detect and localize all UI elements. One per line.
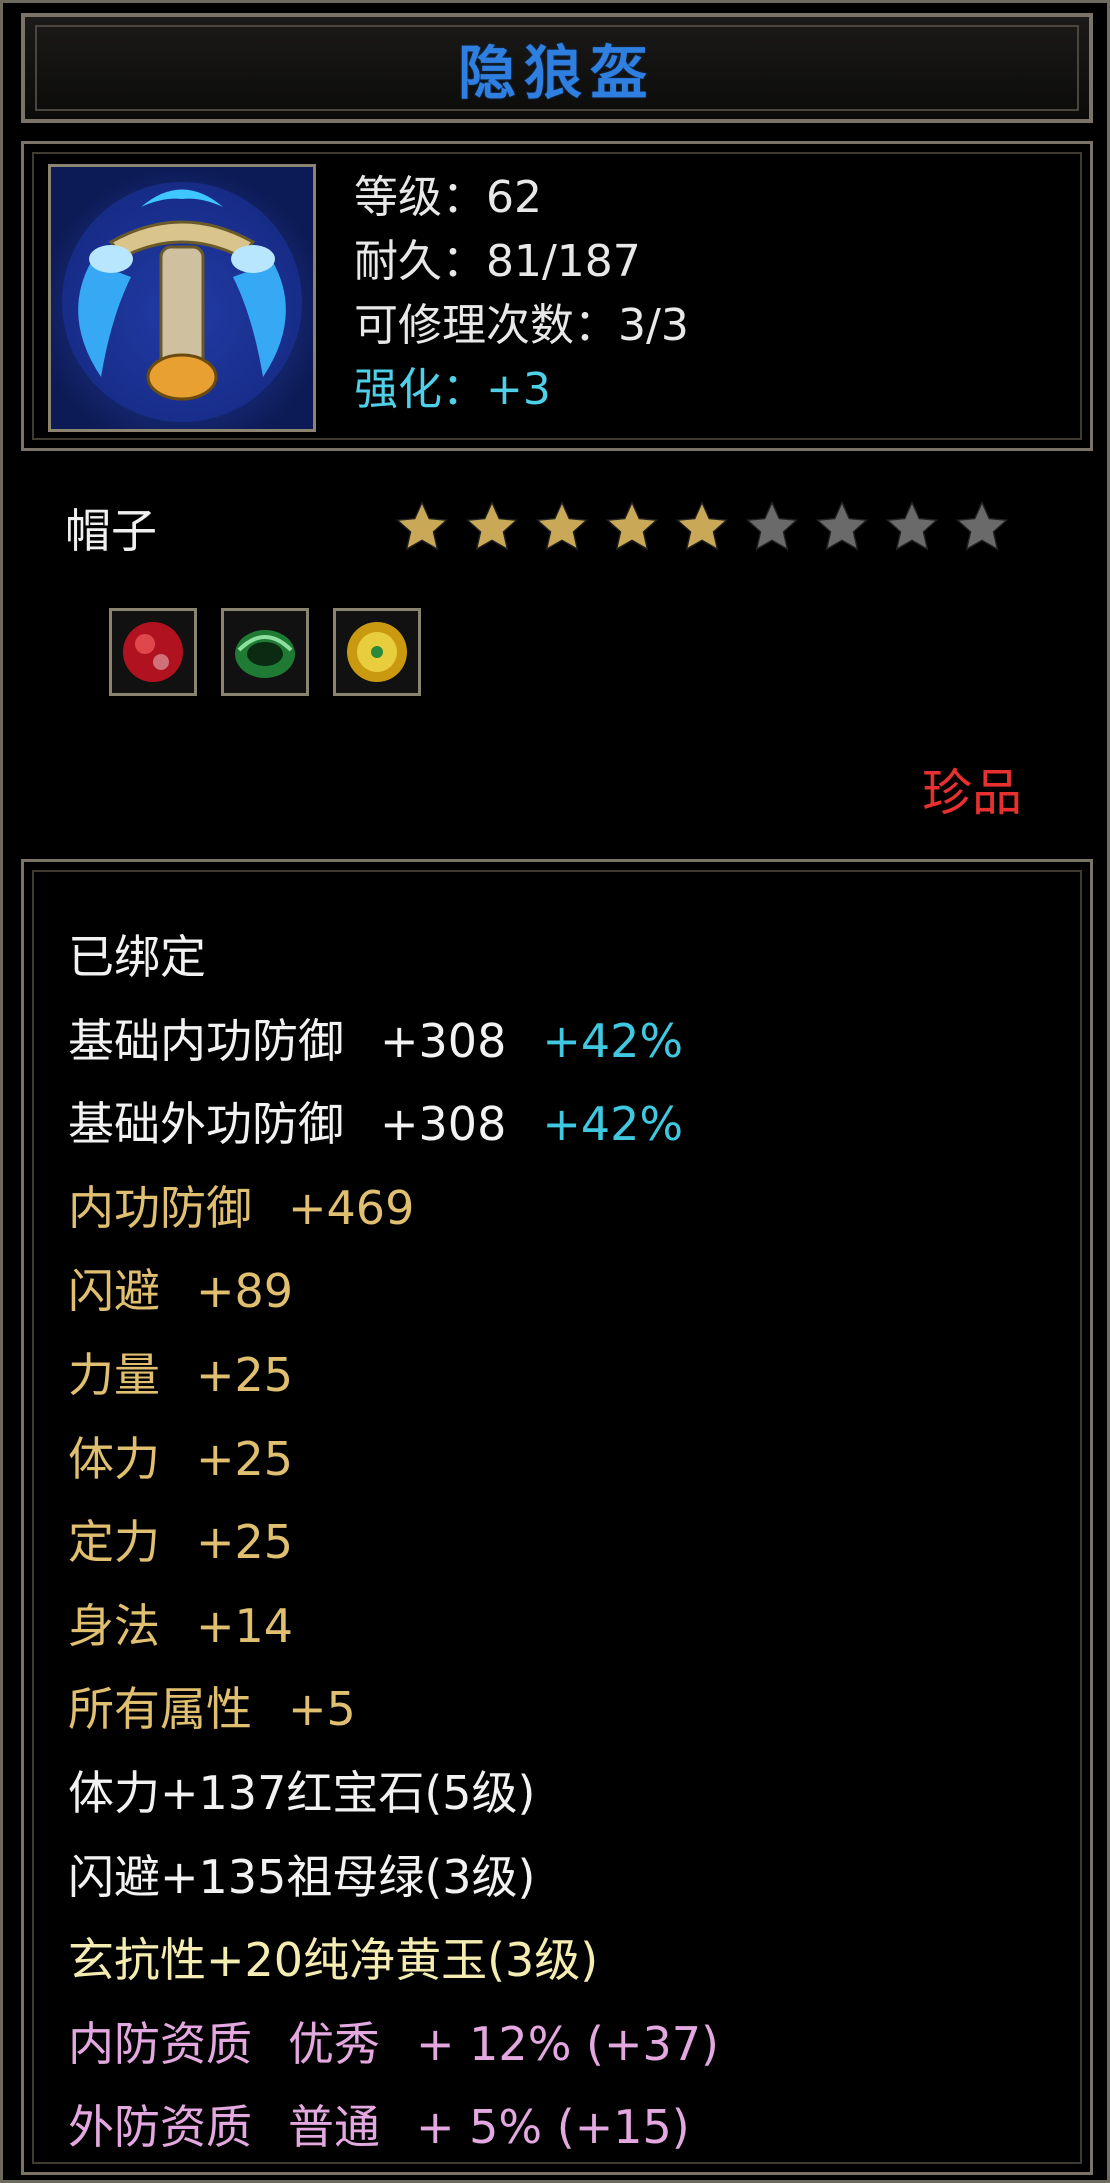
helmet-icon bbox=[48, 164, 316, 432]
star-filled-icon bbox=[465, 500, 519, 551]
ruby-gem-icon[interactable] bbox=[109, 608, 197, 696]
item-header: 等级：62 耐久：81/187 可修理次数：3/3 强化：+3 bbox=[21, 141, 1093, 451]
attribute-panel: 已绑定 基础内功防御 +308 +42% 基础外功防御 +308 +42% 内功防御 +4… bbox=[21, 859, 1093, 2175]
attr-agility: 身法 +14 bbox=[68, 1598, 294, 1653]
quality-inner-def: 内防资质 优秀 + 12% (+37) bbox=[68, 2016, 719, 2071]
emerald-gem-icon[interactable] bbox=[221, 608, 309, 696]
attr-base-outer-def: 基础外功防御 +308 +42% bbox=[68, 1097, 684, 1152]
item-type: 帽子 bbox=[65, 504, 157, 558]
attr-all: 所有属性 +5 bbox=[68, 1682, 356, 1737]
bound-status: 已绑定 bbox=[68, 930, 206, 984]
attr-strength: 力量 +25 bbox=[68, 1347, 294, 1402]
star-rating bbox=[393, 499, 1011, 555]
gem-bonus-topaz: 玄抗性+20纯净黄玉(3级) bbox=[68, 1933, 599, 1988]
star-empty-icon bbox=[885, 500, 939, 551]
attr-inner-def: 内功防御 +469 bbox=[68, 1180, 415, 1235]
topaz-gem-icon[interactable] bbox=[333, 608, 421, 696]
star-filled-icon bbox=[535, 500, 589, 551]
gem-sockets bbox=[109, 608, 421, 696]
attr-stamina: 体力 +25 bbox=[68, 1431, 294, 1486]
item-name: 隐狼盔 bbox=[457, 39, 656, 107]
repair-count-stat: 可修理次数：3/3 bbox=[354, 300, 689, 351]
item-stats: 等级：62 耐久：81/187 可修理次数：3/3 强化：+3 bbox=[354, 166, 689, 422]
rarity-label: 珍品 bbox=[922, 764, 1022, 822]
star-empty-icon bbox=[745, 500, 799, 551]
star-filled-icon bbox=[395, 500, 449, 551]
quality-outer-def: 外防资质 普通 + 5% (+15) bbox=[68, 2100, 690, 2155]
item-tooltip: 隐狼盔 等级：62 耐久：81/187 可修理次数：3/3 强化：+3 帽子 珍… bbox=[0, 0, 1110, 2183]
gem-bonus-ruby: 体力+137红宝石(5级) bbox=[68, 1765, 536, 1820]
enhance-stat: 强化：+3 bbox=[354, 364, 551, 415]
star-filled-icon bbox=[675, 500, 729, 551]
attr-focus: 定力 +25 bbox=[68, 1515, 294, 1570]
durability-stat: 耐久：81/187 bbox=[354, 236, 641, 287]
star-filled-icon bbox=[605, 500, 659, 551]
star-empty-icon bbox=[815, 500, 869, 551]
attr-dodge: 闪避 +89 bbox=[68, 1264, 294, 1319]
gem-bonus-emerald: 闪避+135祖母绿(3级) bbox=[68, 1849, 536, 1904]
level-stat: 等级：62 bbox=[354, 172, 542, 223]
star-empty-icon bbox=[955, 500, 1009, 551]
attr-base-inner-def: 基础内功防御 +308 +42% bbox=[68, 1013, 684, 1068]
title-bar: 隐狼盔 bbox=[21, 13, 1093, 123]
